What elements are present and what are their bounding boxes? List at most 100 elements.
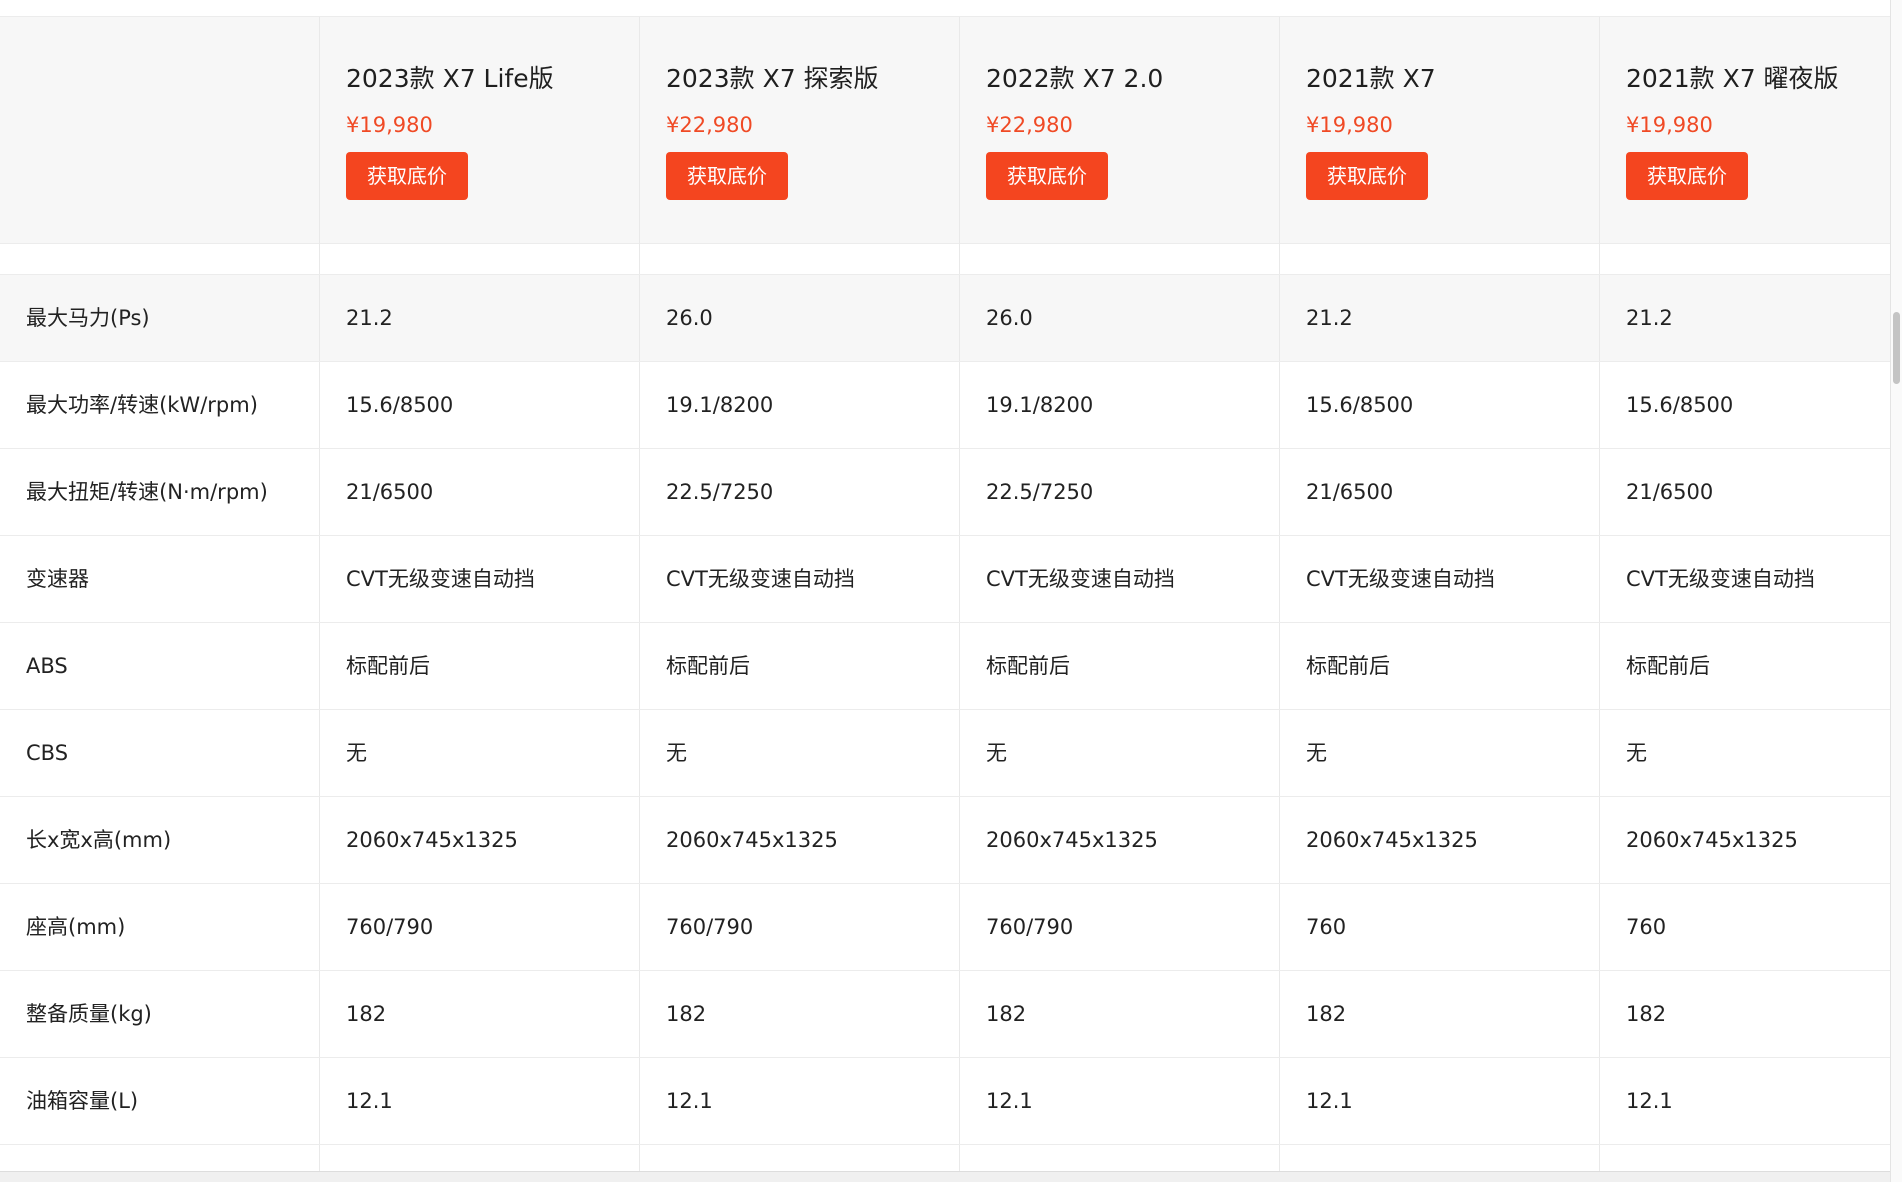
spec-value: 21.2 [1600, 275, 1890, 361]
spec-value: 无 [320, 710, 640, 796]
spec-value: 12.1 [960, 1058, 1280, 1144]
spec-rows: 最大马力(Ps) 21.2 26.0 26.0 21.2 21.2 最大功率/转… [0, 275, 1890, 1145]
model-title: 2021款 X7 [1306, 64, 1436, 93]
spec-value: 21/6500 [1600, 449, 1890, 535]
spec-value: 标配前后 [640, 623, 960, 709]
spec-value: 19.1/8200 [960, 362, 1280, 448]
horizontal-scrollbar[interactable] [0, 1171, 1890, 1182]
spacer-cell [0, 242, 320, 274]
scrollbar-thumb[interactable] [1893, 312, 1900, 384]
spec-row-cbs: CBS 无 无 无 无 无 [0, 710, 1890, 797]
spec-label: 变速器 [0, 536, 320, 622]
spec-value: 22.5/7250 [960, 449, 1280, 535]
spacer-cell [960, 242, 1280, 274]
model-title: 2021款 X7 曜夜版 [1626, 64, 1839, 93]
partial-cell [0, 1145, 320, 1171]
spec-value: 标配前后 [1600, 623, 1890, 709]
model-column-header-3: 2022款 X7 2.0 ¥22,980 获取底价 [960, 17, 1280, 243]
spec-value: 12.1 [320, 1058, 640, 1144]
model-price: ¥22,980 [666, 113, 753, 137]
spec-label: 长x宽x高(mm) [0, 797, 320, 883]
spec-value: 无 [960, 710, 1280, 796]
spacer-cell [320, 242, 640, 274]
spec-value: 182 [1600, 971, 1890, 1057]
spec-value: 无 [640, 710, 960, 796]
spec-value: 2060x745x1325 [960, 797, 1280, 883]
spec-row-transmission: 变速器 CVT无级变速自动挡 CVT无级变速自动挡 CVT无级变速自动挡 CVT… [0, 536, 1890, 623]
partial-cell [960, 1145, 1280, 1171]
spec-label: ABS [0, 623, 320, 709]
spec-row-max-power: 最大功率/转速(kW/rpm) 15.6/8500 19.1/8200 19.1… [0, 362, 1890, 449]
spec-value: 26.0 [960, 275, 1280, 361]
spec-value: 21.2 [320, 275, 640, 361]
spec-value: 2060x745x1325 [320, 797, 640, 883]
spec-comparison-table: 2023款 X7 Life版 ¥19,980 获取底价 2023款 X7 探索版… [0, 0, 1890, 1182]
spec-value: 2060x745x1325 [640, 797, 960, 883]
model-price: ¥19,980 [346, 113, 433, 137]
spec-value: 760/790 [320, 884, 640, 970]
spec-value: 无 [1600, 710, 1890, 796]
spec-value: 无 [1280, 710, 1600, 796]
get-lowest-price-button[interactable]: 获取底价 [346, 152, 468, 200]
spec-value: 182 [960, 971, 1280, 1057]
spec-value: CVT无级变速自动挡 [640, 536, 960, 622]
get-lowest-price-button[interactable]: 获取底价 [1306, 152, 1428, 200]
top-strip [0, 0, 1890, 16]
spec-label: CBS [0, 710, 320, 796]
spec-value: 21.2 [1280, 275, 1600, 361]
spec-value: 22.5/7250 [640, 449, 960, 535]
model-title: 2022款 X7 2.0 [986, 64, 1164, 93]
model-column-header-2: 2023款 X7 探索版 ¥22,980 获取底价 [640, 17, 960, 243]
spec-value: 15.6/8500 [1280, 362, 1600, 448]
header-spacer-row [0, 242, 1890, 275]
get-lowest-price-button[interactable]: 获取底价 [1626, 152, 1748, 200]
spec-row-curb-weight: 整备质量(kg) 182 182 182 182 182 [0, 971, 1890, 1058]
spacer-cell [1280, 242, 1600, 274]
spec-value: 182 [1280, 971, 1600, 1057]
model-column-header-5: 2021款 X7 曜夜版 ¥19,980 获取底价 [1600, 17, 1890, 243]
spec-value: 2060x745x1325 [1600, 797, 1890, 883]
spec-value: CVT无级变速自动挡 [960, 536, 1280, 622]
spec-value: 19.1/8200 [640, 362, 960, 448]
spec-label: 最大扭矩/转速(N·m/rpm) [0, 449, 320, 535]
model-column-header-4: 2021款 X7 ¥19,980 获取底价 [1280, 17, 1600, 243]
model-price: ¥19,980 [1626, 113, 1713, 137]
next-row-partial [0, 1145, 1890, 1171]
model-price: ¥22,980 [986, 113, 1073, 137]
model-title: 2023款 X7 探索版 [666, 64, 879, 93]
spec-value: 标配前后 [960, 623, 1280, 709]
spec-value: 2060x745x1325 [1280, 797, 1600, 883]
spec-label: 油箱容量(L) [0, 1058, 320, 1144]
spec-label: 最大功率/转速(kW/rpm) [0, 362, 320, 448]
spec-value: 760 [1280, 884, 1600, 970]
model-title: 2023款 X7 Life版 [346, 64, 554, 93]
get-lowest-price-button[interactable]: 获取底价 [986, 152, 1108, 200]
spec-value: CVT无级变速自动挡 [1600, 536, 1890, 622]
get-lowest-price-button[interactable]: 获取底价 [666, 152, 788, 200]
spec-row-fuel-tank: 油箱容量(L) 12.1 12.1 12.1 12.1 12.1 [0, 1058, 1890, 1145]
spec-row-max-horsepower: 最大马力(Ps) 21.2 26.0 26.0 21.2 21.2 [0, 275, 1890, 362]
spec-label: 最大马力(Ps) [0, 275, 320, 361]
spec-value: 标配前后 [320, 623, 640, 709]
spec-value: CVT无级变速自动挡 [320, 536, 640, 622]
spacer-cell [640, 242, 960, 274]
table-header: 2023款 X7 Life版 ¥19,980 获取底价 2023款 X7 探索版… [0, 16, 1890, 244]
partial-cell [1280, 1145, 1600, 1171]
spec-value: 12.1 [640, 1058, 960, 1144]
spec-value: 21/6500 [1280, 449, 1600, 535]
vertical-scrollbar[interactable] [1890, 0, 1902, 1182]
spec-value: CVT无级变速自动挡 [1280, 536, 1600, 622]
spec-value: 182 [640, 971, 960, 1057]
spec-row-abs: ABS 标配前后 标配前后 标配前后 标配前后 标配前后 [0, 623, 1890, 710]
spec-row-seat-height: 座高(mm) 760/790 760/790 760/790 760 760 [0, 884, 1890, 971]
model-price: ¥19,980 [1306, 113, 1393, 137]
spec-value: 标配前后 [1280, 623, 1600, 709]
model-column-header-1: 2023款 X7 Life版 ¥19,980 获取底价 [320, 17, 640, 243]
spec-value: 21/6500 [320, 449, 640, 535]
header-corner-cell [0, 17, 320, 243]
partial-cell [1600, 1145, 1890, 1171]
spec-row-max-torque: 最大扭矩/转速(N·m/rpm) 21/6500 22.5/7250 22.5/… [0, 449, 1890, 536]
spec-value: 760/790 [960, 884, 1280, 970]
spec-value: 760/790 [640, 884, 960, 970]
spec-row-dimensions: 长x宽x高(mm) 2060x745x1325 2060x745x1325 20… [0, 797, 1890, 884]
